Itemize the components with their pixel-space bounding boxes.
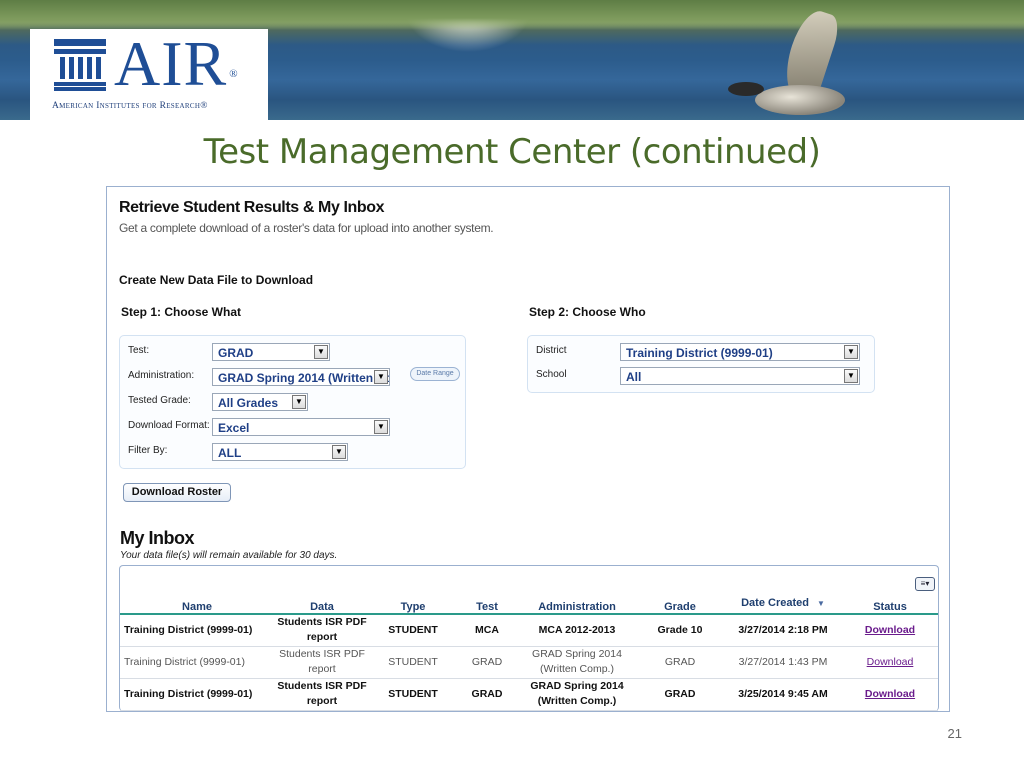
cell-status: Download xyxy=(842,678,938,710)
step2-label: Step 2: Choose Who xyxy=(529,305,646,319)
test-label: Test: xyxy=(128,345,150,356)
district-select[interactable]: Training District (9999-01) ▼ xyxy=(620,343,860,361)
logo-wordmark: AIR ® xyxy=(114,28,239,99)
filter-by-select[interactable]: ALL ▼ xyxy=(212,443,348,461)
cell-data: Students ISR PDF report xyxy=(277,680,367,707)
column-header-administration[interactable]: Administration xyxy=(518,592,636,614)
school-label: School xyxy=(536,369,567,380)
column-header-grade[interactable]: Grade xyxy=(636,592,724,614)
step1-form: Test: GRAD ▼ Administration: GRAD Spring… xyxy=(119,335,466,469)
column-header-test[interactable]: Test xyxy=(456,592,518,614)
test-select[interactable]: GRAD ▼ xyxy=(212,343,330,361)
cell-status: Download xyxy=(842,646,938,678)
column-header-name[interactable]: Name xyxy=(120,592,274,614)
column-header-date-created[interactable]: Date Created ▼ xyxy=(724,592,842,614)
page-heading: Retrieve Student Results & My Inbox xyxy=(119,199,385,216)
page-number: 21 xyxy=(947,726,962,741)
table-header-row: Name Data Type Test Administration Grade… xyxy=(120,592,938,614)
tested-grade-select[interactable]: All Grades ▼ xyxy=(212,393,308,411)
step2-form: District Training District (9999-01) ▼ S… xyxy=(527,335,875,393)
dropdown-arrow-icon: ▼ xyxy=(844,369,858,383)
sort-descending-icon: ▼ xyxy=(816,598,825,608)
cell-grade: GRAD xyxy=(664,655,696,668)
cell-test: GRAD xyxy=(471,655,503,668)
date-range-button[interactable]: Date Range xyxy=(410,367,460,381)
school-select[interactable]: All ▼ xyxy=(620,367,860,385)
dropdown-arrow-icon: ▼ xyxy=(844,345,858,359)
dropdown-arrow-icon: ▼ xyxy=(374,370,388,384)
column-header-type[interactable]: Type xyxy=(370,592,456,614)
header-banner: AIR ® American Institutes for Research® xyxy=(0,0,1024,120)
banner-treeline xyxy=(0,0,1024,30)
cell-test: MCA xyxy=(475,623,499,636)
dropdown-arrow-icon: ▼ xyxy=(314,345,328,359)
slide-title: Test Management Center (continued) xyxy=(203,132,821,172)
bird-body xyxy=(755,85,845,115)
cell-administration: GRAD Spring 2014 (Written Comp.) xyxy=(530,680,624,707)
download-roster-button[interactable]: Download Roster xyxy=(123,483,231,502)
cell-grade: GRAD xyxy=(664,687,696,700)
logo-subtitle: American Institutes for Research® xyxy=(52,101,208,111)
page-subheading: Get a complete download of a roster's da… xyxy=(119,221,494,235)
step1-label: Step 1: Choose What xyxy=(121,305,242,319)
inbox-title: My Inbox xyxy=(120,528,195,548)
cell-type: STUDENT xyxy=(388,623,438,636)
dropdown-arrow-icon: ▼ xyxy=(332,445,346,459)
administration-select[interactable]: GRAD Spring 2014 (Written Comp.) ▼ xyxy=(212,368,390,386)
table-row: Training District (9999-01) Students ISR… xyxy=(120,646,938,678)
cell-name: Training District (9999-01) xyxy=(124,655,245,668)
cell-type: STUDENT xyxy=(388,655,438,668)
filter-by-label: Filter By: xyxy=(128,445,168,456)
table-row: Training District (9999-01) Students ISR… xyxy=(120,678,938,710)
district-label: District xyxy=(536,345,567,356)
download-format-label: Download Format: xyxy=(128,420,210,431)
column-header-status[interactable]: Status xyxy=(842,592,938,614)
dropdown-arrow-icon: ▼ xyxy=(374,420,388,434)
tmc-screenshot-panel: Retrieve Student Results & My Inbox Get … xyxy=(106,186,950,712)
cell-test: GRAD xyxy=(471,687,503,700)
cell-name: Training District (9999-01) xyxy=(124,623,253,636)
cell-administration: MCA 2012-2013 xyxy=(538,623,616,636)
cell-data: Students ISR PDF report xyxy=(277,616,367,644)
columns-logo-icon xyxy=(54,39,106,91)
download-link[interactable]: Download xyxy=(865,688,915,700)
bird-head xyxy=(728,82,764,96)
tested-grade-label: Tested Grade: xyxy=(128,395,191,406)
download-link[interactable]: Download xyxy=(867,656,914,668)
cell-data: Students ISR PDF report xyxy=(279,648,365,675)
cell-date-created: 3/27/2014 1:43 PM xyxy=(738,655,828,668)
inbox-note: Your data file(s) will remain available … xyxy=(120,550,338,561)
inbox-table: Name Data Type Test Administration Grade… xyxy=(120,592,938,711)
download-link[interactable]: Download xyxy=(865,624,915,636)
table-row: Training District (9999-01) Students ISR… xyxy=(120,614,938,646)
cell-date-created: 3/27/2014 2:18 PM xyxy=(738,623,828,636)
create-data-file-label: Create New Data File to Download xyxy=(119,273,314,287)
dropdown-arrow-icon: ▼ xyxy=(292,395,306,409)
cell-type: STUDENT xyxy=(388,687,438,700)
column-header-data[interactable]: Data xyxy=(274,592,370,614)
cell-name: Training District (9999-01) xyxy=(124,687,253,700)
air-logo: AIR ® American Institutes for Research® xyxy=(30,29,268,120)
column-chooser-icon[interactable]: ≡▾ xyxy=(915,577,935,591)
cell-administration: GRAD Spring 2014 (Written Comp.) xyxy=(532,648,622,675)
inbox-grid: ≡▾ Name Data Type Test Administration Gr… xyxy=(119,565,939,711)
cell-date-created: 3/25/2014 9:45 AM xyxy=(738,687,828,700)
administration-label: Administration: xyxy=(128,370,195,381)
download-format-select[interactable]: Excel ▼ xyxy=(212,418,390,436)
cell-grade: Grade 10 xyxy=(657,623,703,636)
cell-status: Download xyxy=(842,614,938,646)
